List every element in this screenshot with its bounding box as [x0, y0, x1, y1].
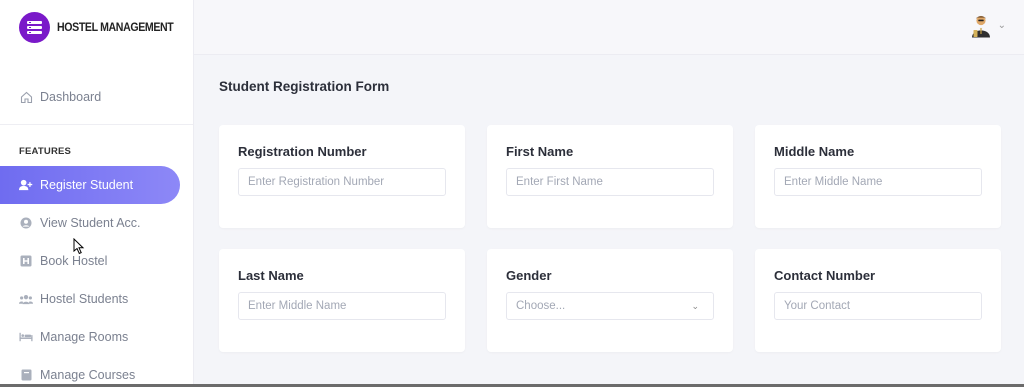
home-icon — [19, 90, 33, 104]
gender-select[interactable]: Choose... ⌄ — [506, 292, 714, 320]
middle-name-input[interactable]: Enter Middle Name — [774, 168, 982, 196]
contact-number-label: Contact Number — [774, 268, 876, 283]
sidebar-item-label: Manage Rooms — [40, 330, 129, 344]
sidebar-section-label: FEATURES — [19, 146, 72, 157]
sidebar-item-register-student[interactable]: Register Student — [0, 166, 180, 204]
sidebar-item-label: Dashboard — [40, 90, 102, 104]
registration-number-card: Registration Number Enter Registration N… — [219, 125, 465, 228]
user-circle-icon — [19, 216, 33, 230]
gender-select-value: Choose... — [516, 300, 566, 312]
sidebar-item-dashboard[interactable]: Dashboard — [0, 78, 193, 116]
brand-name: HOSTEL MANAGEMENT — [57, 21, 174, 34]
chevron-down-icon[interactable]: ⌄ — [998, 20, 1006, 31]
contact-number-input[interactable]: Your Contact — [774, 292, 982, 320]
gender-label: Gender — [506, 268, 552, 283]
last-name-input[interactable]: Enter Middle Name — [238, 292, 446, 320]
sidebar-item-book-hostel[interactable]: Book Hostel — [0, 242, 193, 280]
last-name-label: Last Name — [238, 268, 304, 283]
sidebar-item-manage-courses[interactable]: Manage Courses — [0, 356, 193, 387]
brand[interactable]: HOSTEL MANAGEMENT — [0, 0, 193, 55]
last-name-card: Last Name Enter Middle Name — [219, 249, 465, 352]
sidebar-divider — [0, 124, 193, 125]
gender-card: Gender Choose... ⌄ — [487, 249, 733, 352]
contact-number-card: Contact Number Your Contact — [755, 249, 1001, 352]
sidebar-item-label: Register Student — [40, 178, 134, 192]
sidebar-item-hostel-students[interactable]: Hostel Students — [0, 280, 193, 318]
chevron-down-icon: ⌄ — [691, 300, 699, 311]
hostel-logo-icon — [19, 12, 50, 43]
sidebar-nav: Register Student View Student Acc. Book … — [0, 166, 193, 387]
users-icon — [19, 292, 33, 306]
sidebar-item-label: Hostel Students — [40, 292, 129, 306]
user-avatar[interactable] — [970, 14, 992, 38]
top-header: ⌄ — [194, 0, 1024, 55]
sidebar-item-manage-rooms[interactable]: Manage Rooms — [0, 318, 193, 356]
registration-number-input[interactable]: Enter Registration Number — [238, 168, 446, 196]
middle-name-card: Middle Name Enter Middle Name — [755, 125, 1001, 228]
first-name-input[interactable]: Enter First Name — [506, 168, 714, 196]
registration-number-label: Registration Number — [238, 144, 367, 159]
first-name-label: First Name — [506, 144, 574, 159]
user-plus-icon — [19, 178, 33, 192]
sidebar-item-label: Manage Courses — [40, 368, 136, 382]
page-title: Student Registration Form — [219, 79, 390, 94]
sidebar: HOSTEL MANAGEMENT Dashboard FEATURES Reg… — [0, 0, 194, 387]
sidebar-item-view-student-acc[interactable]: View Student Acc. — [0, 204, 193, 242]
book-icon — [19, 368, 33, 382]
first-name-card: First Name Enter First Name — [487, 125, 733, 228]
bed-icon — [19, 330, 33, 344]
mouse-cursor-icon — [73, 237, 85, 260]
middle-name-label: Middle Name — [774, 144, 855, 159]
sidebar-item-label: View Student Acc. — [40, 216, 141, 230]
hostel-icon — [19, 254, 33, 268]
